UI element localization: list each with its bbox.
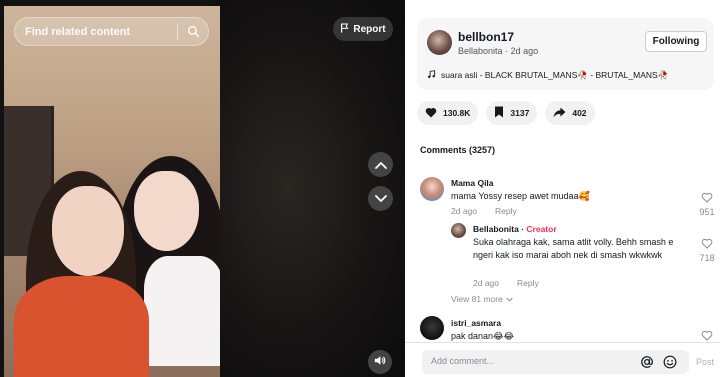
previous-video-button[interactable] [368,152,393,177]
flag-icon [340,23,349,36]
action-bar: 130.8K 3137 402 [417,101,595,125]
view-more-label[interactable]: View 81 more [451,294,503,304]
volume-button[interactable] [368,350,392,374]
reply-time: 2d ago [473,278,499,288]
view-more-replies[interactable]: View 81 more [451,294,513,304]
like-count: 130.8K [443,108,471,118]
reply-author-name[interactable]: Bellabonita [473,224,519,234]
like-button[interactable]: 130.8K [417,101,479,125]
reply-like-count: 718 [699,253,715,263]
emoji-icon[interactable] [663,355,677,374]
search-placeholder[interactable]: Find related content [15,26,177,38]
tiktok-video-detail: Find related content Report bellbon17 Be… [0,0,720,377]
search-icon[interactable] [178,25,208,38]
creator-badge: Creator [526,224,557,234]
reply-button[interactable]: Reply [517,278,539,288]
author-avatar[interactable] [427,30,452,55]
reply-text: Suka olahraga kak, sama atlit volly. Beh… [473,237,674,260]
following-button[interactable]: Following [645,31,707,52]
comment-like-button[interactable] [696,330,718,342]
video-person-face [52,186,124,276]
comment-list: Mama Qila mama Yossy resep awet mudaa🥰 2… [405,170,720,342]
comment-meta: 2d ago Reply [451,206,517,216]
music-link[interactable]: suara asli - BLACK BRUTAL_MANS🥀 - BRUTAL… [427,70,668,81]
video-player[interactable] [4,6,220,377]
author-card: bellbon17 Bellabonita · 2d ago Following… [417,18,714,90]
comments-header: Comments (3257) [420,145,496,155]
comment-input[interactable]: Add comment... [422,350,689,374]
heart-icon [425,107,437,120]
comment-text: mama Yossy resep awet mudaa🥰 [451,191,590,201]
volume-icon [374,353,386,371]
share-button[interactable]: 402 [545,101,595,125]
commenter-name[interactable]: istri_asmara [451,318,501,328]
post-button[interactable]: Post [696,357,714,367]
share-count: 402 [572,108,587,118]
commenter-avatar[interactable] [420,316,444,340]
commenter-avatar[interactable] [420,177,444,201]
chevron-down-icon [374,190,387,208]
reply-like-button[interactable]: 718 [696,238,718,263]
next-video-button[interactable] [368,186,393,211]
music-title[interactable]: suara asli - BLACK BRUTAL_MANS🥀 - BRUTAL… [441,70,668,81]
details-panel: bellbon17 Bellabonita · 2d ago Following… [405,0,720,377]
reply-author-avatar[interactable] [451,223,466,238]
video-pane: Find related content Report [0,0,405,377]
comment-like-count: 951 [699,207,715,217]
post-time: 2d ago [510,46,539,56]
save-button[interactable]: 3137 [486,101,538,125]
comment-bar: Add comment... Post [405,342,720,377]
report-label: Report [353,23,386,35]
related-content-search[interactable]: Find related content [14,17,209,46]
video-person-face [134,171,199,251]
heart-outline-icon [701,192,713,205]
author-username[interactable]: bellbon17 [458,30,514,44]
heart-outline-icon [701,330,713,342]
music-note-icon [427,70,436,81]
bookmark-icon [494,106,504,120]
reply-meta: 2d ago Reply [473,278,539,288]
author-nickname-line: Bellabonita · 2d ago [458,46,538,56]
video-person-shirt [14,276,149,377]
save-count: 3137 [510,108,530,118]
heart-outline-icon [701,238,713,251]
report-button[interactable]: Report [333,17,393,41]
comment-text: pak danan😂😂 [451,331,515,341]
comment-like-button[interactable]: 951 [696,192,718,217]
chevron-down-icon [506,294,513,304]
comment-placeholder[interactable]: Add comment... [431,356,494,366]
comment-time: 2d ago [451,206,477,216]
commenter-name[interactable]: Mama Qila [451,178,494,188]
reply-author-line: Bellabonita · Creator [473,224,557,234]
reply-button[interactable]: Reply [495,206,517,216]
video-person-shirt [144,256,220,366]
share-arrow-icon [553,106,566,120]
mention-icon[interactable] [640,355,654,374]
author-nickname[interactable]: Bellabonita [458,46,503,56]
chevron-up-icon [374,156,387,174]
